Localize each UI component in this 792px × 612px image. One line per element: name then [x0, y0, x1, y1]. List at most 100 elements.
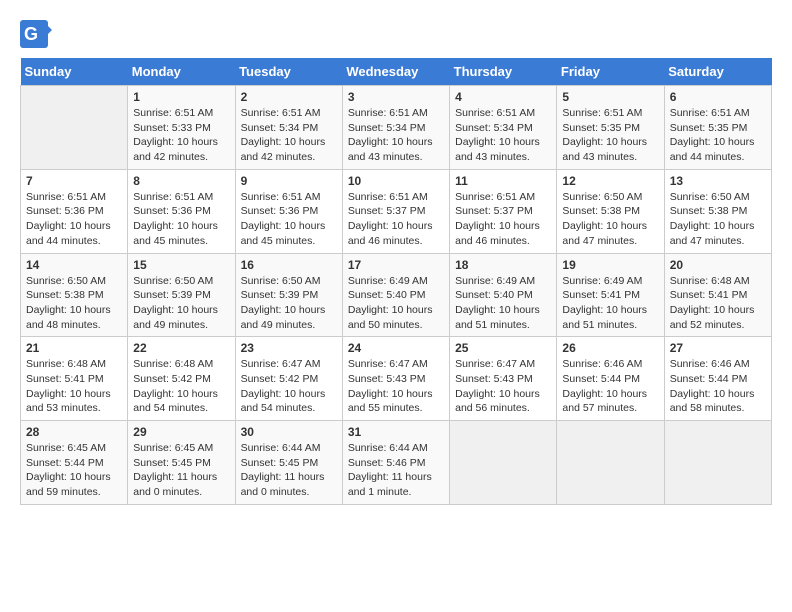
day-number: 26: [562, 341, 658, 355]
calendar-cell: [557, 421, 664, 505]
day-number: 10: [348, 174, 444, 188]
day-info: Sunrise: 6:49 AM Sunset: 5:40 PM Dayligh…: [348, 274, 444, 333]
calendar-body: 1 Sunrise: 6:51 AM Sunset: 5:33 PM Daylig…: [21, 86, 772, 505]
day-number: 23: [241, 341, 337, 355]
day-info: Sunrise: 6:51 AM Sunset: 5:37 PM Dayligh…: [455, 190, 551, 249]
calendar-cell: 2 Sunrise: 6:51 AM Sunset: 5:34 PM Daylig…: [235, 86, 342, 170]
day-info: Sunrise: 6:51 AM Sunset: 5:33 PM Dayligh…: [133, 106, 229, 165]
day-info: Sunrise: 6:45 AM Sunset: 5:44 PM Dayligh…: [26, 441, 122, 500]
day-number: 27: [670, 341, 766, 355]
day-info: Sunrise: 6:48 AM Sunset: 5:42 PM Dayligh…: [133, 357, 229, 416]
day-info: Sunrise: 6:50 AM Sunset: 5:39 PM Dayligh…: [133, 274, 229, 333]
calendar-week-3: 14 Sunrise: 6:50 AM Sunset: 5:38 PM Dayli…: [21, 253, 772, 337]
day-info: Sunrise: 6:49 AM Sunset: 5:41 PM Dayligh…: [562, 274, 658, 333]
day-number: 15: [133, 258, 229, 272]
page-header: G: [20, 20, 772, 48]
day-number: 17: [348, 258, 444, 272]
day-info: Sunrise: 6:47 AM Sunset: 5:42 PM Dayligh…: [241, 357, 337, 416]
calendar-cell: 28 Sunrise: 6:45 AM Sunset: 5:44 PM Dayli…: [21, 421, 128, 505]
day-number: 13: [670, 174, 766, 188]
day-info: Sunrise: 6:44 AM Sunset: 5:46 PM Dayligh…: [348, 441, 444, 500]
calendar-cell: 15 Sunrise: 6:50 AM Sunset: 5:39 PM Dayli…: [128, 253, 235, 337]
calendar-cell: 30Sunrise: 6:44 AM Sunset: 5:45 PM Dayli…: [235, 421, 342, 505]
calendar-cell: 18Sunrise: 6:49 AM Sunset: 5:40 PM Dayli…: [450, 253, 557, 337]
calendar-cell: 22 Sunrise: 6:48 AM Sunset: 5:42 PM Dayli…: [128, 337, 235, 421]
day-number: 21: [26, 341, 122, 355]
day-number: 25: [455, 341, 551, 355]
day-number: 2: [241, 90, 337, 104]
calendar-week-2: 7 Sunrise: 6:51 AM Sunset: 5:36 PM Daylig…: [21, 169, 772, 253]
day-info: Sunrise: 6:46 AM Sunset: 5:44 PM Dayligh…: [562, 357, 658, 416]
day-info: Sunrise: 6:48 AM Sunset: 5:41 PM Dayligh…: [670, 274, 766, 333]
calendar-cell: 24 Sunrise: 6:47 AM Sunset: 5:43 PM Dayli…: [342, 337, 449, 421]
calendar-cell: 6Sunrise: 6:51 AM Sunset: 5:35 PM Daylig…: [664, 86, 771, 170]
day-number: 22: [133, 341, 229, 355]
day-info: Sunrise: 6:44 AM Sunset: 5:45 PM Dayligh…: [241, 441, 337, 500]
day-number: 3: [348, 90, 444, 104]
calendar-cell: 20 Sunrise: 6:48 AM Sunset: 5:41 PM Dayli…: [664, 253, 771, 337]
logo-icon: G: [20, 20, 52, 48]
header-tuesday: Tuesday: [235, 58, 342, 86]
day-info: Sunrise: 6:45 AM Sunset: 5:45 PM Dayligh…: [133, 441, 229, 500]
calendar-cell: 13 Sunrise: 6:50 AM Sunset: 5:38 PM Dayli…: [664, 169, 771, 253]
calendar-header: SundayMondayTuesdayWednesdayThursdayFrid…: [21, 58, 772, 86]
day-info: Sunrise: 6:48 AM Sunset: 5:41 PM Dayligh…: [26, 357, 122, 416]
calendar-cell: 26 Sunrise: 6:46 AM Sunset: 5:44 PM Dayli…: [557, 337, 664, 421]
day-info: Sunrise: 6:50 AM Sunset: 5:38 PM Dayligh…: [670, 190, 766, 249]
calendar-week-5: 28 Sunrise: 6:45 AM Sunset: 5:44 PM Dayli…: [21, 421, 772, 505]
calendar-cell: 4Sunrise: 6:51 AM Sunset: 5:34 PM Daylig…: [450, 86, 557, 170]
day-number: 12: [562, 174, 658, 188]
day-number: 7: [26, 174, 122, 188]
calendar-cell: 11 Sunrise: 6:51 AM Sunset: 5:37 PM Dayli…: [450, 169, 557, 253]
day-number: 9: [241, 174, 337, 188]
calendar-table: SundayMondayTuesdayWednesdayThursdayFrid…: [20, 58, 772, 505]
day-number: 4: [455, 90, 551, 104]
day-number: 29: [133, 425, 229, 439]
header-friday: Friday: [557, 58, 664, 86]
day-number: 31: [348, 425, 444, 439]
day-number: 24: [348, 341, 444, 355]
calendar-cell: 14 Sunrise: 6:50 AM Sunset: 5:38 PM Dayli…: [21, 253, 128, 337]
day-info: Sunrise: 6:49 AM Sunset: 5:40 PM Dayligh…: [455, 274, 551, 333]
calendar-cell: 1 Sunrise: 6:51 AM Sunset: 5:33 PM Daylig…: [128, 86, 235, 170]
header-row: SundayMondayTuesdayWednesdayThursdayFrid…: [21, 58, 772, 86]
calendar-week-1: 1 Sunrise: 6:51 AM Sunset: 5:33 PM Daylig…: [21, 86, 772, 170]
day-info: Sunrise: 6:51 AM Sunset: 5:37 PM Dayligh…: [348, 190, 444, 249]
day-info: Sunrise: 6:46 AM Sunset: 5:44 PM Dayligh…: [670, 357, 766, 416]
header-wednesday: Wednesday: [342, 58, 449, 86]
day-number: 28: [26, 425, 122, 439]
day-info: Sunrise: 6:50 AM Sunset: 5:38 PM Dayligh…: [26, 274, 122, 333]
calendar-cell: [664, 421, 771, 505]
calendar-cell: [450, 421, 557, 505]
header-monday: Monday: [128, 58, 235, 86]
calendar-cell: 23 Sunrise: 6:47 AM Sunset: 5:42 PM Dayli…: [235, 337, 342, 421]
day-info: Sunrise: 6:47 AM Sunset: 5:43 PM Dayligh…: [455, 357, 551, 416]
day-number: 1: [133, 90, 229, 104]
day-number: 19: [562, 258, 658, 272]
day-info: Sunrise: 6:51 AM Sunset: 5:35 PM Dayligh…: [562, 106, 658, 165]
day-number: 14: [26, 258, 122, 272]
calendar-cell: [21, 86, 128, 170]
calendar-cell: 29 Sunrise: 6:45 AM Sunset: 5:45 PM Dayli…: [128, 421, 235, 505]
calendar-cell: 16 Sunrise: 6:50 AM Sunset: 5:39 PM Dayli…: [235, 253, 342, 337]
day-info: Sunrise: 6:51 AM Sunset: 5:34 PM Dayligh…: [241, 106, 337, 165]
svg-text:G: G: [24, 24, 38, 44]
day-info: Sunrise: 6:51 AM Sunset: 5:34 PM Dayligh…: [348, 106, 444, 165]
calendar-cell: 21 Sunrise: 6:48 AM Sunset: 5:41 PM Dayli…: [21, 337, 128, 421]
day-info: Sunrise: 6:50 AM Sunset: 5:39 PM Dayligh…: [241, 274, 337, 333]
header-thursday: Thursday: [450, 58, 557, 86]
day-info: Sunrise: 6:47 AM Sunset: 5:43 PM Dayligh…: [348, 357, 444, 416]
day-number: 11: [455, 174, 551, 188]
day-number: 20: [670, 258, 766, 272]
day-number: 16: [241, 258, 337, 272]
calendar-cell: 17 Sunrise: 6:49 AM Sunset: 5:40 PM Dayli…: [342, 253, 449, 337]
calendar-cell: 12 Sunrise: 6:50 AM Sunset: 5:38 PM Dayli…: [557, 169, 664, 253]
logo: G: [20, 20, 54, 48]
calendar-cell: 19 Sunrise: 6:49 AM Sunset: 5:41 PM Dayli…: [557, 253, 664, 337]
day-info: Sunrise: 6:50 AM Sunset: 5:38 PM Dayligh…: [562, 190, 658, 249]
day-info: Sunrise: 6:51 AM Sunset: 5:36 PM Dayligh…: [241, 190, 337, 249]
calendar-cell: 25 Sunrise: 6:47 AM Sunset: 5:43 PM Dayli…: [450, 337, 557, 421]
calendar-cell: 5Sunrise: 6:51 AM Sunset: 5:35 PM Daylig…: [557, 86, 664, 170]
calendar-cell: 8Sunrise: 6:51 AM Sunset: 5:36 PM Daylig…: [128, 169, 235, 253]
calendar-cell: 3 Sunrise: 6:51 AM Sunset: 5:34 PM Daylig…: [342, 86, 449, 170]
